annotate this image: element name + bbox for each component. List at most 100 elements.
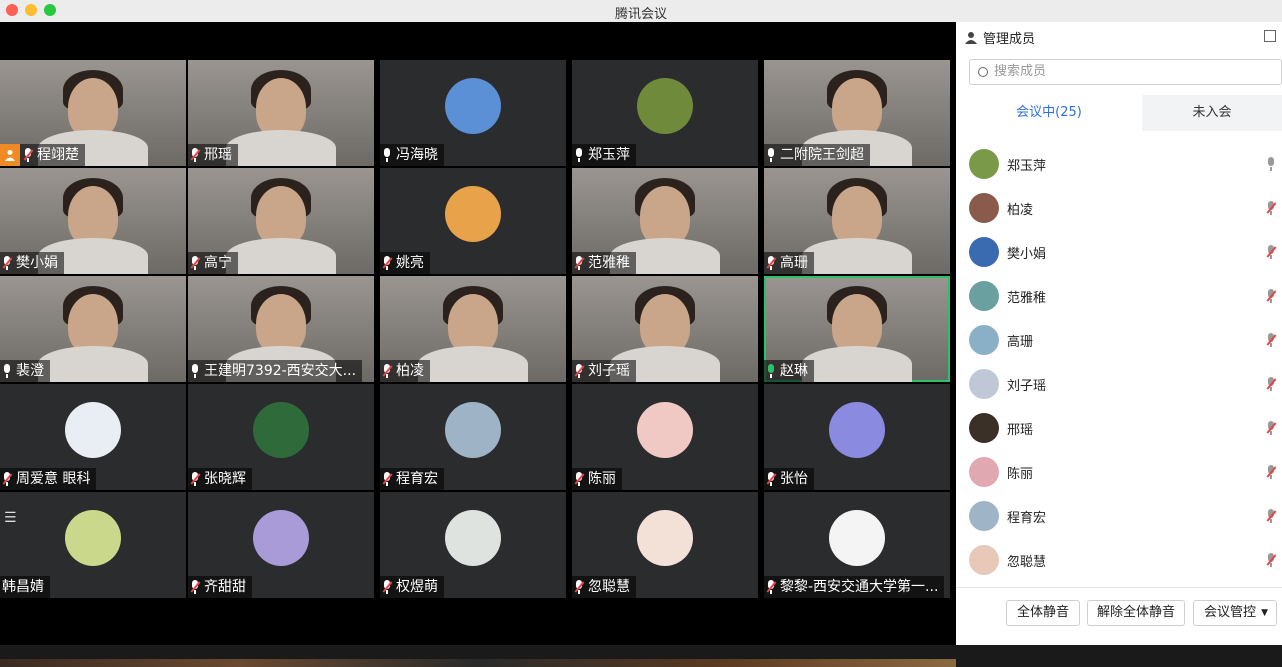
participant-tile[interactable]: 裴澄 (0, 276, 186, 382)
mute-slash (1266, 290, 1277, 302)
participant-name-tag: 邢瑶 (188, 144, 238, 166)
mute-slash (190, 581, 201, 593)
meeting-control-label: 会议管控 (1204, 605, 1257, 620)
mic-muted-icon (1266, 245, 1277, 259)
member-row[interactable]: 樊小娟 (956, 231, 1282, 275)
chevron-down-icon: ▼ (1261, 608, 1268, 618)
mic-muted-icon (190, 580, 201, 594)
participant-name: 冯海晓 (396, 147, 438, 163)
participant-tile[interactable]: 高珊 (764, 168, 950, 274)
popout-icon[interactable] (1264, 30, 1276, 42)
participant-tile[interactable]: 齐甜甜 (188, 492, 374, 598)
participant-avatar (65, 402, 121, 458)
mute-slash (766, 581, 777, 593)
list-toggle-icon[interactable]: ☰ (4, 510, 17, 526)
mute-slash (190, 473, 201, 485)
member-avatar (969, 237, 999, 267)
participant-tile[interactable]: 邢瑶 (188, 60, 374, 166)
tab-in-meeting[interactable]: 会议中(25) (956, 95, 1142, 131)
mute-slash (574, 473, 585, 485)
participant-name: 范雅稚 (588, 255, 630, 271)
participant-name-tag: 姚亮 (380, 252, 430, 274)
member-row[interactable]: 陈丽 (956, 451, 1282, 495)
video-feed-person (832, 78, 882, 138)
participant-tile[interactable]: 高宁 (188, 168, 374, 274)
mute-slash (382, 581, 393, 593)
mic-muted-icon (1266, 421, 1277, 435)
mic-icon (766, 364, 776, 378)
participant-name: 高珊 (780, 255, 808, 271)
participant-avatar (253, 510, 309, 566)
mic-muted-icon (382, 364, 393, 378)
participant-tile[interactable]: 程翊楚 (0, 60, 186, 166)
participant-name-tag: 陈丽 (572, 468, 622, 490)
member-row[interactable]: 高珊 (956, 319, 1282, 363)
participant-tile[interactable]: 程育宏 (380, 384, 566, 490)
participant-avatar (829, 402, 885, 458)
participant-tile[interactable]: 张怡 (764, 384, 950, 490)
search-members-input[interactable]: 搜索成员 (969, 59, 1282, 85)
participant-tile[interactable]: 冯海晓 (380, 60, 566, 166)
member-row[interactable]: 范雅稚 (956, 275, 1282, 319)
participant-name-tag: 高珊 (764, 252, 814, 274)
participant-tile[interactable]: 张晓辉 (188, 384, 374, 490)
tab-not-joined[interactable]: 未入会 (1142, 95, 1282, 131)
video-area: 程翊楚 邢瑶 冯海晓 郑玉萍 二附院王剑超樊小娟 高宁 姚亮 范雅稚 高珊裴澄 王建明7392-西… (0, 22, 956, 667)
mic-icon (1266, 157, 1276, 171)
participant-name: 陈丽 (588, 471, 616, 487)
participant-name-tag: 樊小娟 (0, 252, 64, 274)
video-feed-body (38, 346, 148, 382)
meeting-control-button[interactable]: 会议管控 ▼ (1193, 600, 1277, 626)
mute-all-button[interactable]: 全体静音 (1006, 600, 1080, 626)
member-row[interactable]: 忽聪慧 (956, 539, 1282, 583)
participant-tile[interactable]: 权煜萌 (380, 492, 566, 598)
participant-name: 黎黎-西安交通大学第一... (780, 579, 939, 595)
participant-tile[interactable]: 姚亮 (380, 168, 566, 274)
search-placeholder: 搜索成员 (994, 64, 1047, 79)
participant-name-tag: 冯海晓 (380, 144, 444, 166)
participant-name: 二附院王剑超 (780, 147, 864, 163)
mute-slash (766, 257, 777, 269)
panel-title: 管理成员 (983, 32, 1036, 47)
member-row[interactable]: 程育宏 (956, 495, 1282, 539)
participant-name-tag: 郑玉萍 (572, 144, 636, 166)
participant-tile[interactable]: 赵琳 (764, 276, 950, 382)
member-row[interactable]: 刘子瑶 (956, 363, 1282, 407)
member-avatar (969, 457, 999, 487)
mic-icon (574, 148, 584, 162)
participant-tile[interactable]: 韩昌婧 (0, 492, 186, 598)
mute-slash (23, 149, 34, 161)
mute-slash (190, 257, 201, 269)
members-panel: 管理成员 搜索成员 会议中(25) 未入会 郑玉萍 柏凌 樊小娟范雅稚高珊刘子瑶邢瑶… (956, 22, 1282, 645)
participant-tile[interactable]: 郑玉萍 (572, 60, 758, 166)
member-name: 刘子瑶 (1007, 379, 1047, 394)
member-list[interactable]: 郑玉萍 柏凌 樊小娟范雅稚高珊刘子瑶邢瑶 陈丽 程育宏 忽聪慧 (956, 131, 1282, 587)
video-feed-person (68, 78, 118, 138)
participant-tile[interactable]: 樊小娟 (0, 168, 186, 274)
participant-tile[interactable]: 忽聪慧 (572, 492, 758, 598)
member-row[interactable]: 邢瑶 (956, 407, 1282, 451)
unmute-all-button[interactable]: 解除全体静音 (1087, 600, 1185, 626)
member-name: 高珊 (1007, 335, 1034, 350)
participant-tile[interactable]: 王建明7392-西安交大... (188, 276, 374, 382)
participant-tile[interactable]: 周爱意 眼科 (0, 384, 186, 490)
member-name: 范雅稚 (1007, 291, 1047, 306)
member-row[interactable]: 郑玉萍 (956, 143, 1282, 187)
participant-tile[interactable]: 范雅稚 (572, 168, 758, 274)
participant-name: 柏凌 (396, 363, 424, 379)
participant-avatar (253, 402, 309, 458)
member-row[interactable]: 柏凌 (956, 187, 1282, 231)
panel-footer: 全体静音 解除全体静音 会议管控 ▼ (956, 587, 1282, 646)
member-avatar (969, 281, 999, 311)
participant-tile[interactable]: 黎黎-西安交通大学第一... (764, 492, 950, 598)
participant-tile[interactable]: 陈丽 (572, 384, 758, 490)
participant-tile[interactable]: 二附院王剑超 (764, 60, 950, 166)
video-feed-body (226, 238, 336, 274)
mic-muted-icon (1266, 465, 1277, 479)
participant-tile[interactable]: 刘子瑶 (572, 276, 758, 382)
member-avatar (969, 413, 999, 443)
video-feed-person (68, 186, 118, 246)
participant-tile[interactable]: 柏凌 (380, 276, 566, 382)
mute-slash (1266, 378, 1277, 390)
video-feed-person (256, 186, 306, 246)
